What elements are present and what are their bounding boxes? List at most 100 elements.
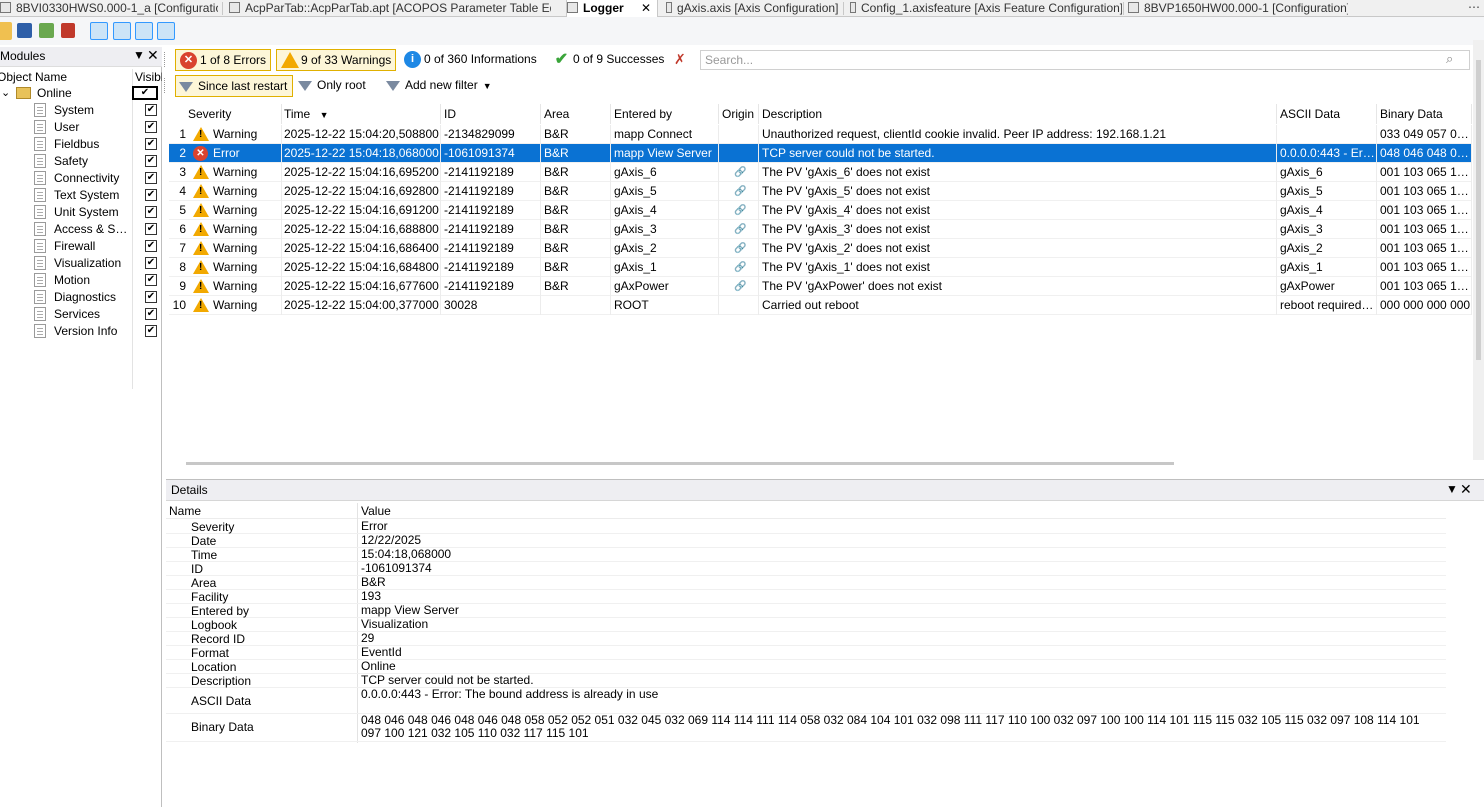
pin-icon[interactable]: ▼ xyxy=(1446,482,1458,496)
tab-gaxis-axis[interactable]: gAxis.axis [Axis Configuration] xyxy=(666,0,840,17)
close-icon[interactable]: ✕ xyxy=(641,0,651,16)
details-row: Binary Data 048 046 048 046 048 046 048 0… xyxy=(166,714,1446,742)
column-header-id[interactable]: ID xyxy=(441,104,541,124)
details-row: Location Online xyxy=(166,660,1446,674)
tab-8bvp1650-config[interactable]: 8BVP1650HW00.000-1 [Configuration] xyxy=(1128,0,1348,17)
tree-node-module[interactable]: Text System ✔ xyxy=(0,187,160,204)
link-icon[interactable]: 🔗 xyxy=(734,167,746,178)
tree-node-module[interactable]: Firewall ✔ xyxy=(0,238,160,255)
close-icon[interactable]: ✕ xyxy=(1460,481,1472,498)
delete-icon[interactable] xyxy=(61,23,75,38)
cell-ascii: gAxis_4 xyxy=(1277,201,1377,220)
visible-checkbox[interactable]: ✔ xyxy=(145,240,157,252)
log-row[interactable]: 10 Warning2025-12-22 15:04:00,37700030028… xyxy=(169,296,1472,315)
column-visible[interactable]: Visible xyxy=(135,70,162,84)
only-root-button[interactable]: Only root xyxy=(295,75,371,97)
column-header-origin[interactable]: Origin xyxy=(719,104,759,124)
tab-config-axisfeature[interactable]: Config_1.axisfeature [Axis Feature Confi… xyxy=(850,0,1122,17)
link-icon[interactable]: 🔗 xyxy=(734,186,746,197)
tree-node-label: Fieldbus xyxy=(54,137,100,151)
search-log-icon[interactable] xyxy=(113,22,131,40)
tree-node-module[interactable]: User ✔ xyxy=(0,119,160,136)
visible-checkbox[interactable]: ✔ xyxy=(145,325,157,337)
cell-by: gAxis_6 xyxy=(611,163,719,182)
link-icon[interactable]: 🔗 xyxy=(734,243,746,254)
visible-checkbox[interactable]: ✔ xyxy=(145,121,157,133)
column-header-desc[interactable]: Description xyxy=(759,104,1277,124)
since-last-restart-button[interactable]: Since last restart xyxy=(175,75,293,97)
column-name[interactable]: Name xyxy=(169,504,201,518)
clear-filter-icon[interactable]: ✗ xyxy=(674,51,686,68)
tree-node-module[interactable]: Connectivity ✔ xyxy=(0,170,160,187)
upload-icon[interactable] xyxy=(39,23,54,38)
visible-checkbox[interactable]: ✔ xyxy=(145,138,157,150)
tree-view-icon[interactable] xyxy=(90,22,108,40)
tree-node-online[interactable]: ⌄ Online ✔ xyxy=(0,85,160,102)
successes-filter-button[interactable]: ✔ 0 of 9 Successes xyxy=(549,49,670,71)
log-row[interactable]: 9 Warning2025-12-22 15:04:16,677600-21411… xyxy=(169,277,1472,296)
link-icon[interactable]: 🔗 xyxy=(734,205,746,216)
warnings-filter-button[interactable]: 9 of 33 Warnings xyxy=(276,49,396,71)
tree-node-module[interactable]: System ✔ xyxy=(0,102,160,119)
vertical-scrollbar-thumb[interactable] xyxy=(1476,60,1481,360)
visible-checkbox[interactable]: ✔ xyxy=(145,308,157,320)
visible-checkbox[interactable]: ✔ xyxy=(145,206,157,218)
tree-node-module[interactable]: Access & Se... ✔ xyxy=(0,221,160,238)
tree-node-module[interactable]: Unit System ✔ xyxy=(0,204,160,221)
tree-node-module[interactable]: Visualization ✔ xyxy=(0,255,160,272)
tree-node-module[interactable]: Diagnostics ✔ xyxy=(0,289,160,306)
search-icon[interactable]: ⌕ xyxy=(1446,51,1453,67)
tree-node-module[interactable]: Motion ✔ xyxy=(0,272,160,289)
tree-node-module[interactable]: Version Info ✔ xyxy=(0,323,160,340)
tab-overflow-icon[interactable]: ⋯ xyxy=(1468,0,1480,14)
log-row[interactable]: 7 Warning2025-12-22 15:04:16,686400-21411… xyxy=(169,239,1472,258)
open-folder-icon[interactable] xyxy=(0,22,12,40)
visible-checkbox[interactable]: ✔ xyxy=(132,86,158,100)
tree-node-module[interactable]: Fieldbus ✔ xyxy=(0,136,160,153)
log-row[interactable]: 2 ✕ Error 2025-12-22 15:04:18,068000 -106109… xyxy=(169,144,1472,163)
add-new-filter-button[interactable]: Add new filter ▼ xyxy=(383,75,497,97)
column-object-name[interactable]: Object Name xyxy=(0,70,67,84)
log-row[interactable]: 5 Warning2025-12-22 15:04:16,691200-21411… xyxy=(169,201,1472,220)
pin-icon[interactable]: ▼ xyxy=(133,48,145,62)
details-name: Format xyxy=(191,646,230,660)
tree-node-module[interactable]: Services ✔ xyxy=(0,306,160,323)
hierarchy-icon[interactable] xyxy=(157,22,175,40)
column-header-bin[interactable]: Binary Data xyxy=(1377,104,1472,124)
tab-logger[interactable]: Logger ✕ xyxy=(566,0,658,18)
expand-chevron-icon[interactable]: ⌄ xyxy=(1,86,10,99)
export-icon[interactable] xyxy=(135,22,153,40)
close-icon[interactable]: ✕ xyxy=(147,47,159,64)
save-icon[interactable] xyxy=(17,23,32,38)
column-header-sev[interactable]: Severity xyxy=(185,104,282,124)
column-header-time[interactable]: Time ▼ xyxy=(281,104,441,124)
column-header-area[interactable]: Area xyxy=(541,104,611,124)
column-value[interactable]: Value xyxy=(361,504,391,518)
visible-checkbox[interactable]: ✔ xyxy=(145,291,157,303)
errors-filter-button[interactable]: ✕ 1 of 8 Errors xyxy=(175,49,271,71)
visible-checkbox[interactable]: ✔ xyxy=(145,104,157,116)
visible-checkbox[interactable]: ✔ xyxy=(145,223,157,235)
column-header-by[interactable]: Entered by xyxy=(611,104,719,124)
visible-checkbox[interactable]: ✔ xyxy=(145,189,157,201)
informations-filter-button[interactable]: i0 of 360 Informations xyxy=(400,49,543,71)
visible-checkbox[interactable]: ✔ xyxy=(145,155,157,167)
cell-by: ROOT xyxy=(611,296,719,315)
tree-node-module[interactable]: Safety ✔ xyxy=(0,153,160,170)
search-input[interactable]: Search... xyxy=(700,50,1470,70)
visible-checkbox[interactable]: ✔ xyxy=(145,274,157,286)
link-icon[interactable]: 🔗 xyxy=(734,224,746,235)
link-icon[interactable]: 🔗 xyxy=(734,262,746,273)
log-row[interactable]: 3 Warning2025-12-22 15:04:16,695200-21411… xyxy=(169,163,1472,182)
tab-acppartab[interactable]: AcpParTab::AcpParTab.apt [ACOPOS Paramet… xyxy=(229,0,551,17)
tab-8bvi0330-config[interactable]: 8BVI0330HWS0.000-1_a [Configuration] xyxy=(0,0,218,17)
column-header-ascii[interactable]: ASCII Data xyxy=(1277,104,1377,124)
log-row[interactable]: 4 Warning2025-12-22 15:04:16,692800-21411… xyxy=(169,182,1472,201)
log-row[interactable]: 8 Warning2025-12-22 15:04:16,684800-21411… xyxy=(169,258,1472,277)
log-row[interactable]: 1 Warning2025-12-22 15:04:20,508800-21348… xyxy=(169,125,1472,144)
horizontal-scrollbar[interactable] xyxy=(186,462,1174,465)
link-icon[interactable]: 🔗 xyxy=(734,281,746,292)
log-row[interactable]: 6 Warning2025-12-22 15:04:16,688800-21411… xyxy=(169,220,1472,239)
visible-checkbox[interactable]: ✔ xyxy=(145,257,157,269)
visible-checkbox[interactable]: ✔ xyxy=(145,172,157,184)
